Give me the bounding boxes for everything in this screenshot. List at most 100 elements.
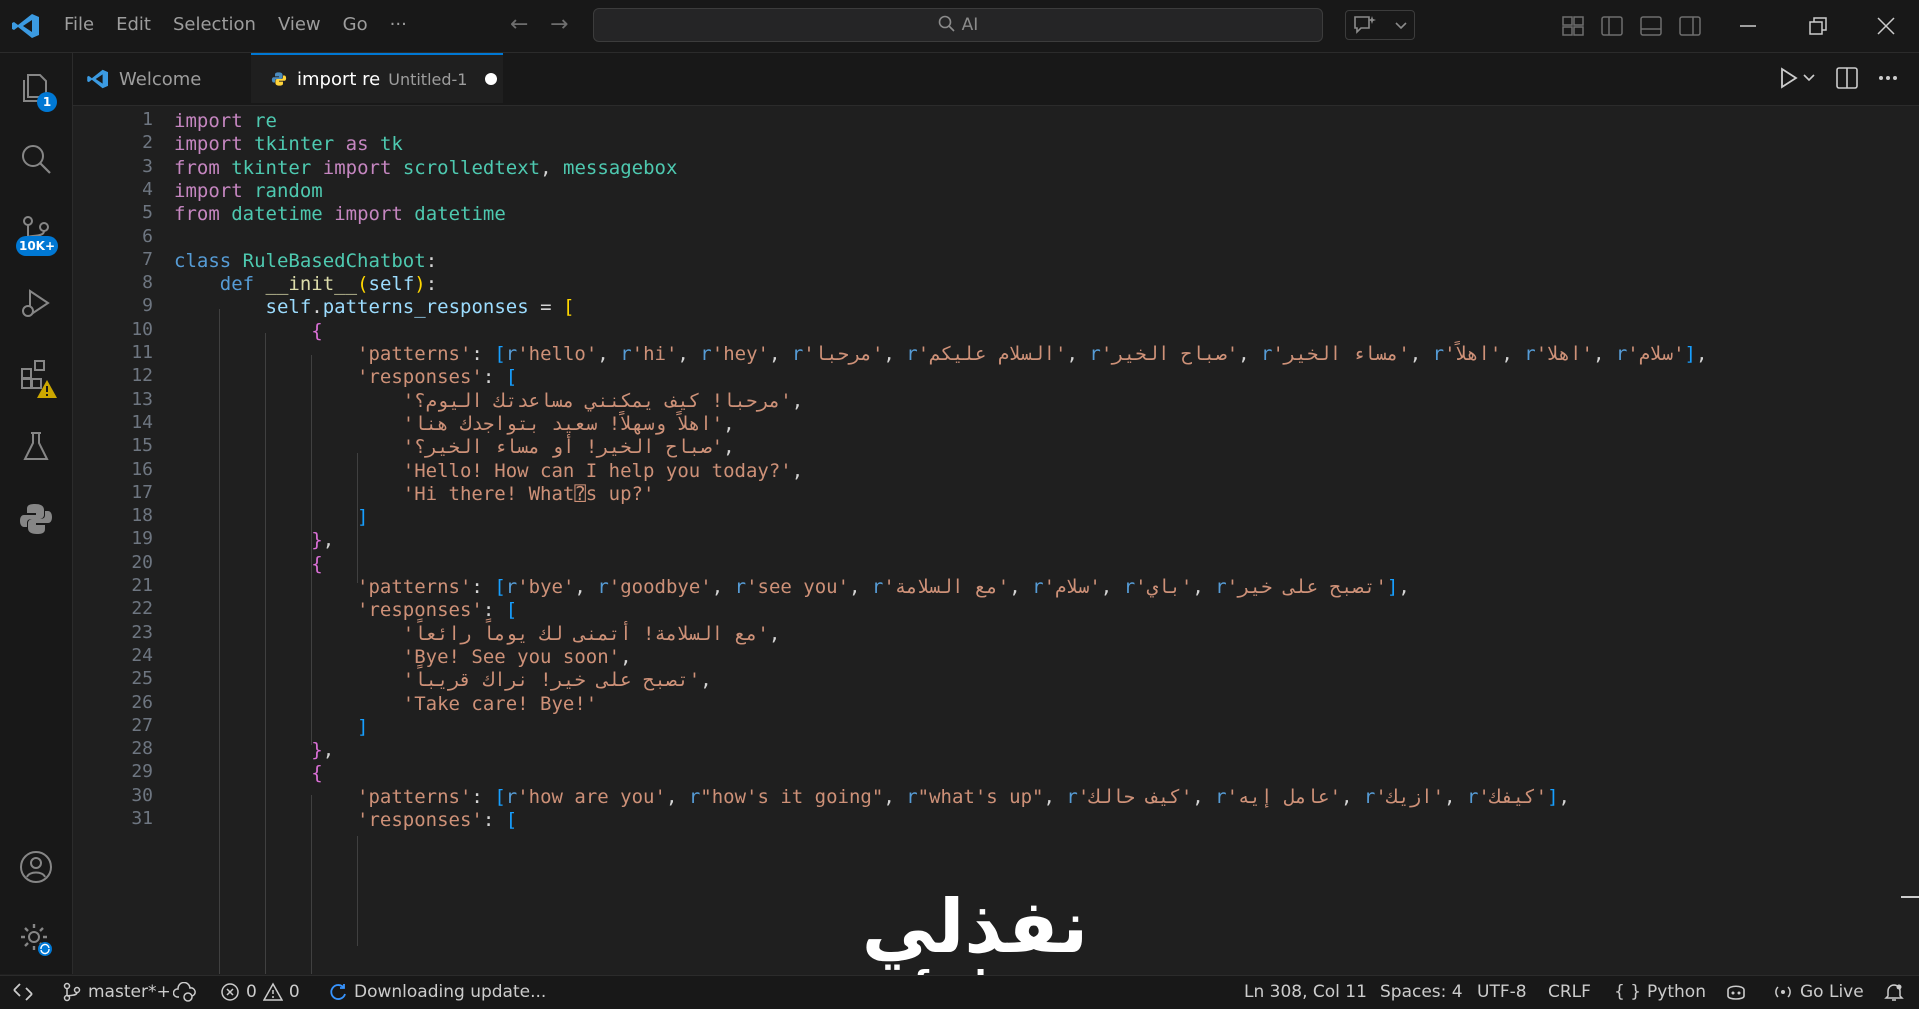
branch-indicator[interactable]: master*+ bbox=[62, 982, 171, 1002]
split-editor-icon[interactable] bbox=[1836, 67, 1858, 89]
line-number: 1 bbox=[142, 109, 153, 130]
notifications-button[interactable] bbox=[1884, 982, 1904, 1002]
menu-selection[interactable]: Selection bbox=[173, 14, 256, 35]
minimize-icon[interactable] bbox=[1740, 24, 1756, 28]
line-number: 21 bbox=[131, 575, 153, 596]
back-arrow-icon[interactable]: ← bbox=[510, 12, 528, 37]
manage-gear-icon[interactable] bbox=[18, 921, 54, 957]
code-token: r bbox=[1066, 785, 1078, 808]
scrollbar-position-marker[interactable] bbox=[1901, 896, 1919, 898]
code-token: } bbox=[311, 739, 323, 762]
code-token: ] bbox=[1684, 343, 1696, 365]
menu-file[interactable]: File bbox=[64, 14, 94, 35]
code-token: RuleBasedChatbot bbox=[242, 249, 426, 272]
forward-arrow-icon[interactable]: → bbox=[550, 12, 568, 37]
code-token: r bbox=[1524, 343, 1536, 365]
code-token: r bbox=[906, 785, 918, 808]
go-live-button[interactable]: Go Live bbox=[1772, 982, 1864, 1002]
code-token: : bbox=[471, 343, 495, 365]
code-token: 'مرحبا! كيف يمكنني مساعدتك اليوم؟' bbox=[402, 389, 792, 412]
command-center-search[interactable]: AI bbox=[593, 8, 1323, 42]
code-token: 'صباح الخير! أو مساء الخير؟' bbox=[402, 436, 724, 459]
tab-untitled-description: Untitled-1 bbox=[388, 69, 468, 89]
code-token: , bbox=[1009, 576, 1033, 598]
menu-more[interactable]: ··· bbox=[390, 14, 407, 35]
code-line[interactable]: 'responses': [ bbox=[174, 806, 517, 834]
more-actions-icon[interactable] bbox=[1878, 75, 1898, 81]
code-editor[interactable]: import re import tkinter as tk from tkinte… bbox=[174, 105, 1874, 974]
code-token: : bbox=[425, 273, 438, 296]
language-mode[interactable]: { } Python bbox=[1614, 982, 1706, 1002]
code-token: re bbox=[254, 110, 277, 132]
broadcast-icon bbox=[1775, 986, 1791, 998]
code-token: 'goodbye' bbox=[608, 576, 712, 598]
code-token: r bbox=[1123, 576, 1136, 598]
customize-layout-icon[interactable] bbox=[1562, 16, 1584, 36]
run-debug-icon[interactable] bbox=[18, 285, 54, 321]
search-icon[interactable] bbox=[18, 141, 54, 177]
run-python-file-icon[interactable] bbox=[1778, 66, 1818, 90]
unsaved-dot-icon[interactable] bbox=[485, 73, 498, 85]
toggle-panel-icon[interactable] bbox=[1640, 16, 1662, 36]
line-number-gutter: 1 2 3 4 5 6 7 8 9 10 11 12 13 14 15 16 17 18 19 20 21 22 23 24 2… bbox=[73, 105, 153, 974]
code-token: , bbox=[723, 436, 735, 459]
python-icon[interactable] bbox=[18, 501, 54, 537]
warning-count: 0 bbox=[288, 982, 300, 1002]
code-token: r bbox=[1089, 343, 1101, 365]
restore-icon[interactable] bbox=[1809, 17, 1827, 35]
code-token: 'مع السلامة! أتمنى لك يوماً رائعاً' bbox=[402, 622, 769, 645]
code-token: 'hey' bbox=[711, 343, 769, 365]
close-window-icon[interactable] bbox=[1877, 17, 1895, 35]
tab-welcome[interactable]: Welcome bbox=[73, 53, 251, 105]
line-number: 26 bbox=[131, 691, 153, 713]
code-token: r bbox=[1363, 785, 1376, 808]
encoding[interactable]: UTF-8 bbox=[1477, 982, 1527, 1002]
code-token: r bbox=[906, 343, 918, 365]
update-status[interactable]: Downloading update... bbox=[328, 982, 546, 1002]
copilot-status[interactable] bbox=[1724, 982, 1748, 1002]
copilot-chat-button[interactable] bbox=[1345, 10, 1415, 40]
code-token: r bbox=[1215, 576, 1227, 598]
code-token: 'responses' bbox=[357, 809, 483, 831]
code-token: { bbox=[311, 552, 323, 575]
code-token: 'Hi there! What⍰s up?' bbox=[402, 482, 655, 505]
code-token: 'مساء الخير' bbox=[1272, 343, 1410, 365]
code-token: 'patterns' bbox=[357, 576, 472, 598]
code-token: : bbox=[482, 366, 506, 389]
problems-indicator[interactable]: 0 0 bbox=[220, 982, 300, 1002]
error-count: 0 bbox=[246, 982, 257, 1002]
code-line[interactable]: from datetime import datetime bbox=[174, 200, 506, 228]
menu-view[interactable]: View bbox=[278, 14, 321, 35]
line-number: 29 bbox=[131, 761, 153, 783]
cursor-position[interactable]: Ln 308, Col 11 bbox=[1244, 982, 1367, 1002]
code-token: , bbox=[574, 576, 598, 598]
code-token: , bbox=[677, 343, 701, 365]
vscode-logo-icon[interactable] bbox=[12, 13, 40, 39]
toggle-primary-sidebar-icon[interactable] bbox=[1601, 16, 1623, 36]
remote-indicator[interactable] bbox=[12, 982, 34, 1002]
tab-untitled-1[interactable]: import re Untitled-1 bbox=[251, 53, 503, 103]
code-token: [ bbox=[494, 576, 506, 598]
accounts-icon[interactable] bbox=[18, 849, 54, 885]
sync-indicator[interactable] bbox=[173, 982, 197, 1002]
code-token: , bbox=[791, 389, 804, 412]
indentation[interactable]: Spaces: 4 bbox=[1380, 982, 1463, 1002]
toggle-secondary-sidebar-icon[interactable] bbox=[1679, 16, 1701, 36]
menu-edit[interactable]: Edit bbox=[116, 14, 151, 35]
code-token: : bbox=[425, 249, 438, 272]
line-endings[interactable]: CRLF bbox=[1548, 982, 1591, 1002]
code-token: , bbox=[700, 669, 712, 692]
branch-name: master*+ bbox=[88, 982, 171, 1002]
code-token: import bbox=[174, 110, 243, 132]
testing-flask-icon[interactable] bbox=[18, 429, 54, 465]
menu-go[interactable]: Go bbox=[343, 14, 368, 35]
remote-icon bbox=[13, 983, 33, 1001]
